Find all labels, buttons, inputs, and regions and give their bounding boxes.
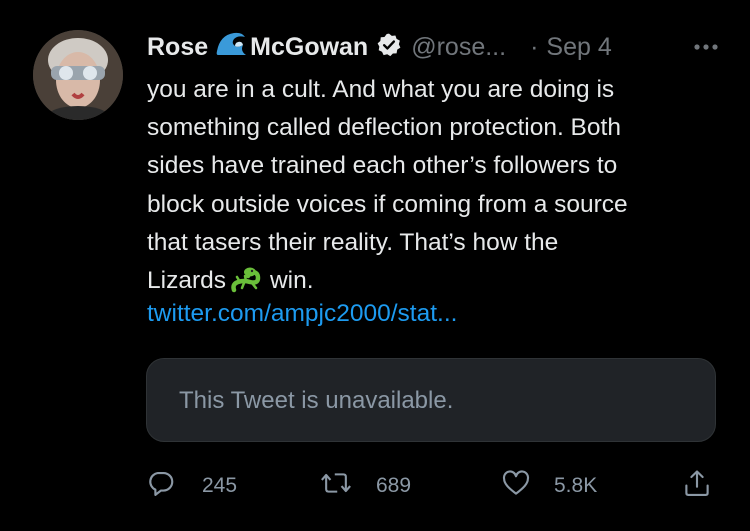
- reply-count: 245: [202, 474, 238, 497]
- tweet-text-word: win.: [269, 267, 314, 295]
- author-name[interactable]: Rose McGowan: [147, 30, 402, 65]
- tweet-actions: 245 689 5.8K: [146, 468, 718, 508]
- tweet-date[interactable]: Sep 4: [546, 33, 611, 62]
- tweet-text: you are in a cult. And what you are doin…: [147, 71, 722, 306]
- tweet-text-line: that tasers their reality. That’s how th…: [147, 228, 559, 256]
- retweet-icon: [320, 468, 352, 504]
- like-button[interactable]: 5.8K: [500, 468, 597, 504]
- tweet-text-line: sides have trained each other’s follower…: [147, 152, 618, 180]
- water-wave-icon: [216, 31, 248, 64]
- heart-icon: [500, 468, 532, 504]
- verified-badge-icon: [376, 32, 402, 65]
- share-icon: [682, 467, 712, 505]
- reply-button[interactable]: 245: [146, 468, 237, 504]
- avatar-image: [33, 30, 123, 120]
- header-separator: ·: [530, 32, 539, 61]
- author-name-first: Rose: [147, 32, 209, 61]
- retweet-count: 689: [376, 474, 412, 497]
- tweet-header: Rose McGowan @rose... · Sep 4: [147, 30, 727, 64]
- quoted-tweet-card: This Tweet is unavailable.: [146, 358, 716, 442]
- tweet-text-line: you are in a cult. And what you are doin…: [147, 76, 615, 103]
- reply-icon: [146, 468, 176, 504]
- author-handle[interactable]: @rose...: [411, 33, 506, 62]
- more-options-icon[interactable]: [693, 30, 719, 64]
- like-count: 5.8K: [554, 474, 598, 497]
- tweet-text-word: Lizards: [147, 267, 226, 295]
- tweet-text-line: block outside voices if coming from a so…: [147, 190, 628, 218]
- share-button[interactable]: [682, 468, 712, 504]
- retweet-button[interactable]: 689: [320, 468, 411, 504]
- quoted-tweet-unavailable-text: This Tweet is unavailable.: [179, 387, 454, 414]
- author-avatar[interactable]: [33, 30, 123, 120]
- author-name-last: McGowan: [250, 32, 369, 61]
- tweet-link[interactable]: twitter.com/ampjc2000/stat...: [147, 300, 457, 328]
- tweet-text-line: something called deflection protection. …: [147, 114, 621, 142]
